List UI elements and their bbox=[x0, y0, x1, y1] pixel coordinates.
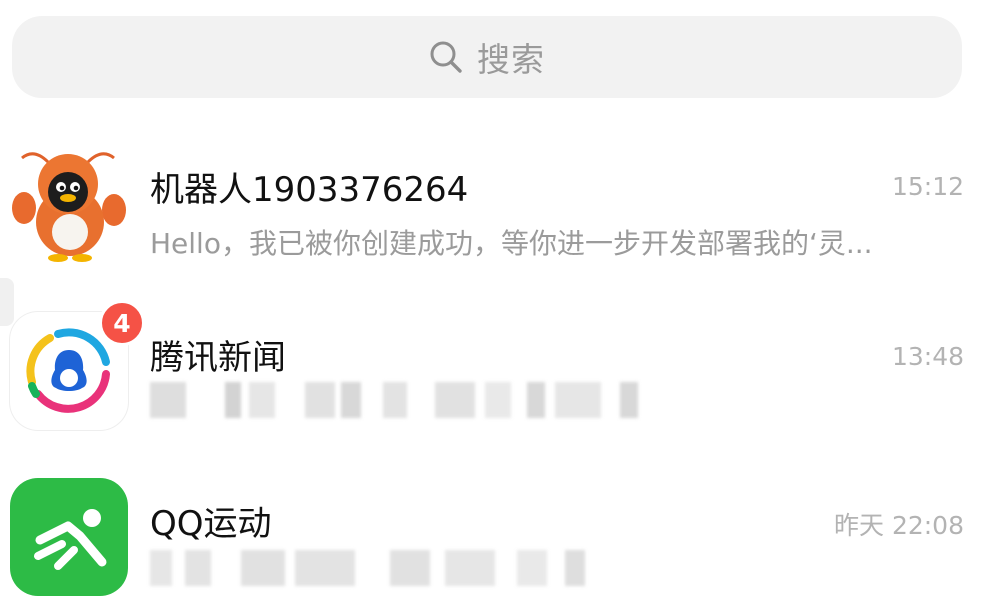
search-icon bbox=[429, 40, 463, 74]
search-bar[interactable]: 搜索 bbox=[12, 16, 962, 98]
qq-sport-app-icon bbox=[10, 478, 128, 596]
conversation-name: 机器人1903376264 bbox=[150, 170, 469, 210]
conversation-name: QQ运动 bbox=[150, 504, 272, 544]
conversation-name: 腾讯新闻 bbox=[150, 338, 286, 378]
lobster-penguin-avatar bbox=[10, 144, 128, 262]
unread-badge: 4 bbox=[99, 300, 145, 346]
chat-item-robot[interactable]: 机器人1903376264 15:12 Hello，我已被你创建成功，等你进一步… bbox=[0, 118, 996, 278]
conversation-preview-obscured bbox=[145, 382, 645, 418]
conversation-time: 昨天 22:08 bbox=[834, 511, 964, 540]
conversation-preview-obscured bbox=[145, 550, 645, 586]
search-placeholder: 搜索 bbox=[477, 40, 545, 79]
conversation-preview: Hello，我已被你创建成功，等你进一步开发部署我的‘灵... bbox=[150, 227, 873, 260]
chat-item-tencent-news[interactable]: 4 腾讯新闻 13:48 bbox=[0, 288, 996, 448]
conversation-time: 13:48 bbox=[891, 342, 964, 371]
conversation-time: 15:12 bbox=[891, 172, 964, 201]
chat-item-qq-sport[interactable]: QQ运动 昨天 22:08 bbox=[0, 456, 996, 616]
